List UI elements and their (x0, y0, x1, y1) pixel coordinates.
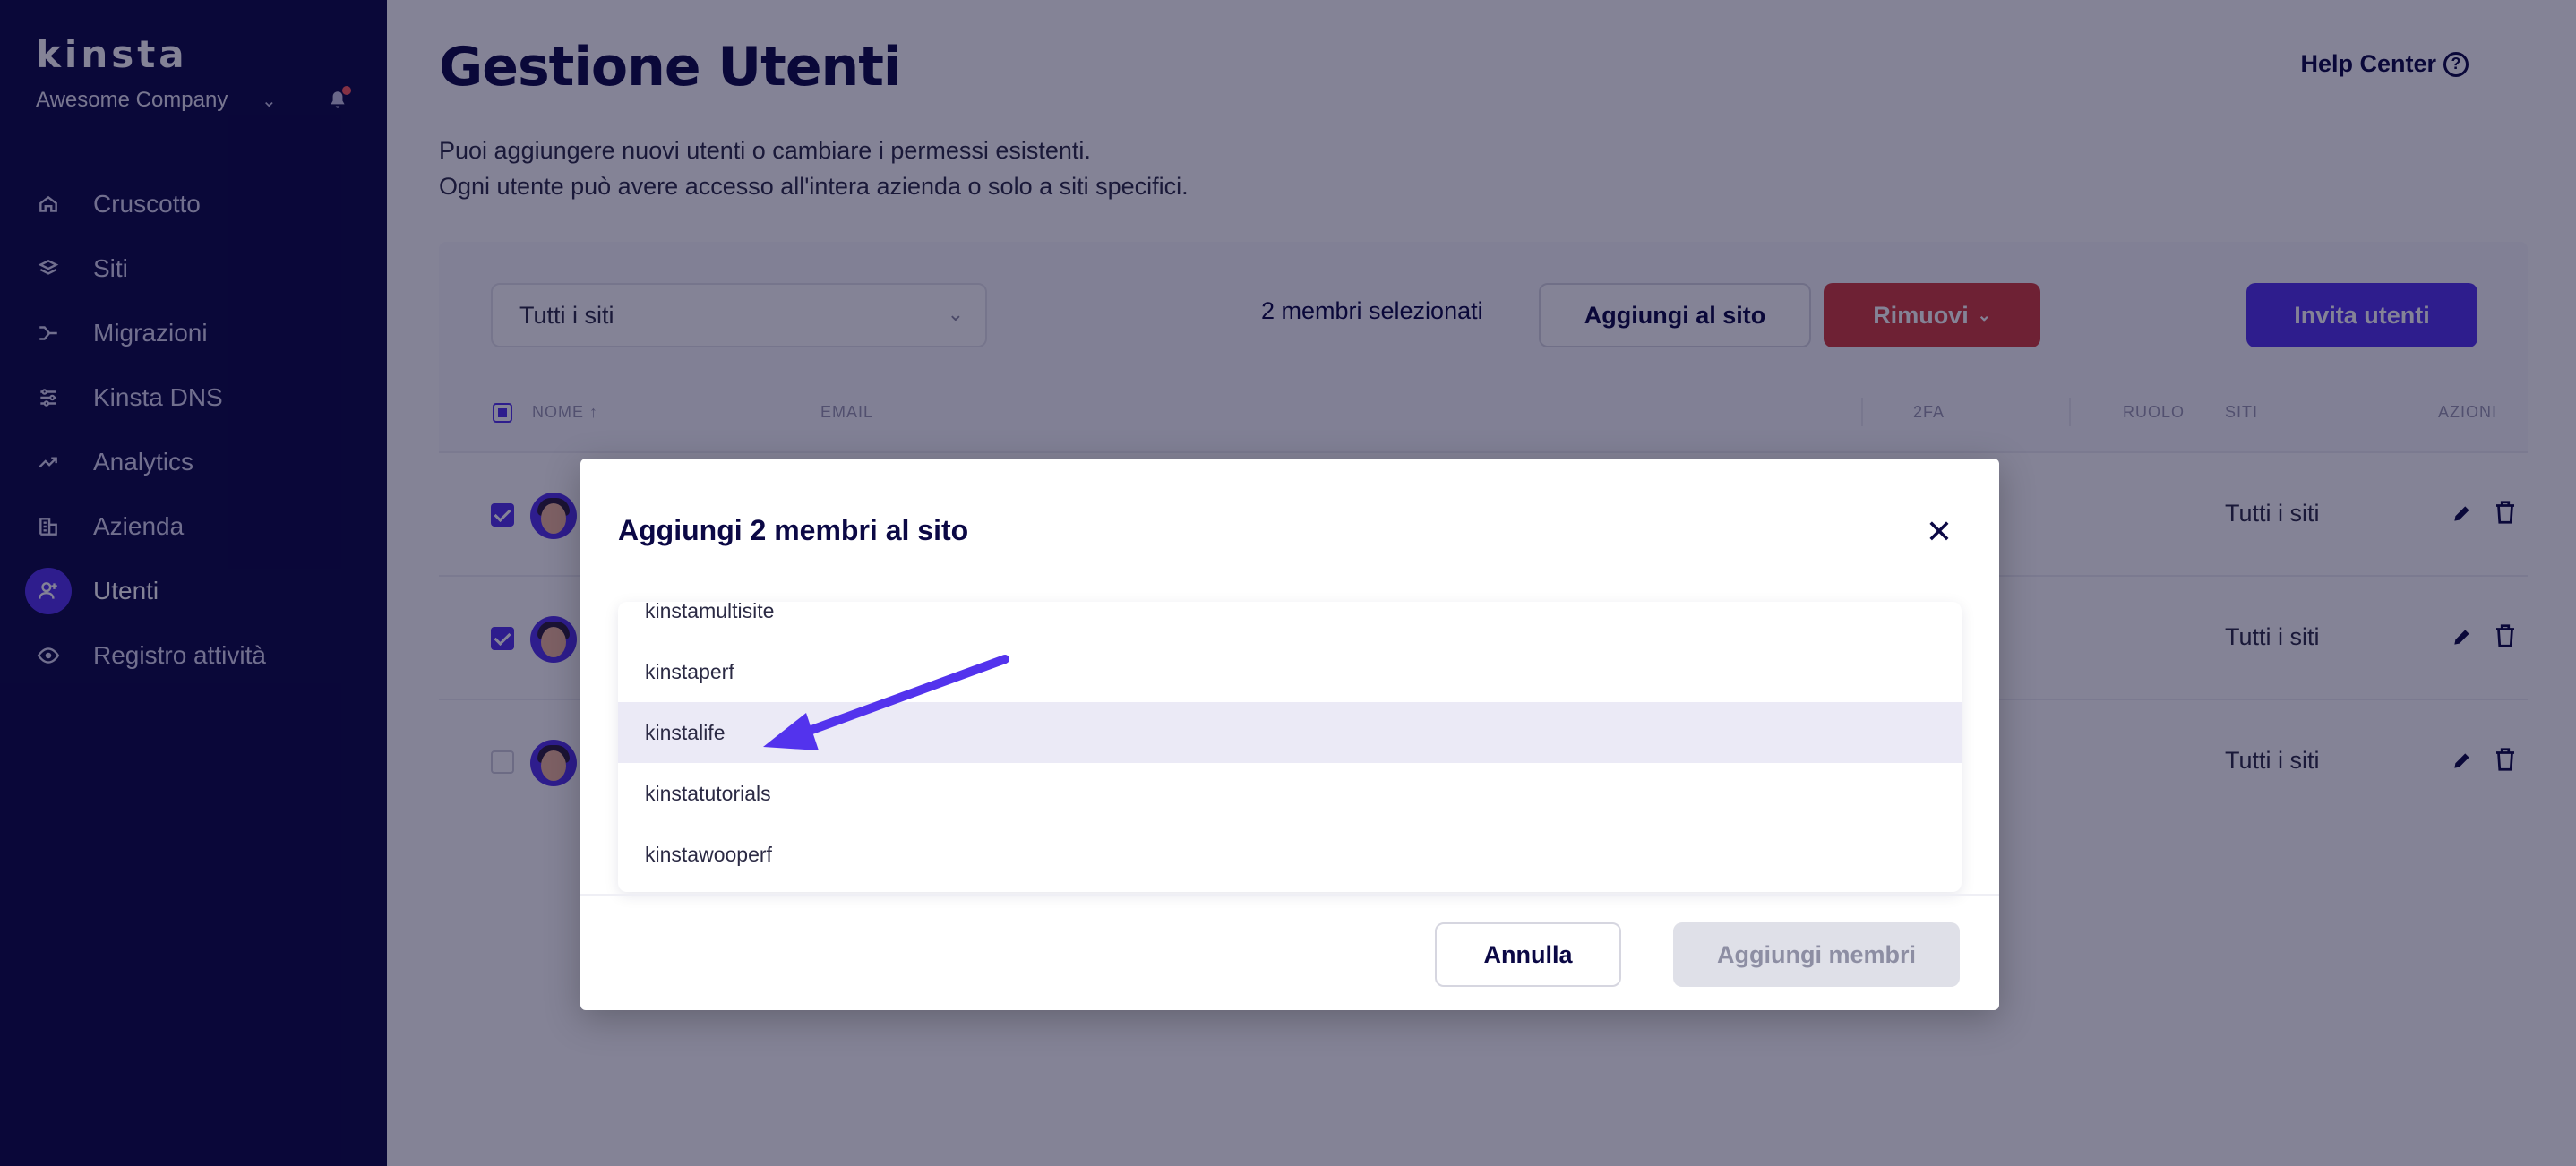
site-option[interactable]: kinstawooperf (618, 824, 1962, 885)
site-option-highlighted[interactable]: kinstalife (618, 702, 1962, 763)
modal-divider (580, 894, 1999, 896)
add-members-button[interactable]: Aggiungi membri (1673, 922, 1960, 987)
site-option[interactable]: kinstaperf (618, 641, 1962, 702)
site-options-list[interactable]: kinstamultisite kinstaperf kinstalife ki… (618, 602, 1962, 892)
modal-title: Aggiungi 2 membri al sito (618, 514, 969, 546)
site-option[interactable]: kinstatutorials (618, 763, 1962, 824)
site-option[interactable]: kinstamultisite (618, 602, 1962, 641)
add-members-modal: Aggiungi 2 membri al sito ✕ kinstamultis… (580, 459, 1999, 1010)
cancel-button[interactable]: Annulla (1435, 922, 1621, 987)
close-icon[interactable]: ✕ (1926, 516, 1953, 548)
